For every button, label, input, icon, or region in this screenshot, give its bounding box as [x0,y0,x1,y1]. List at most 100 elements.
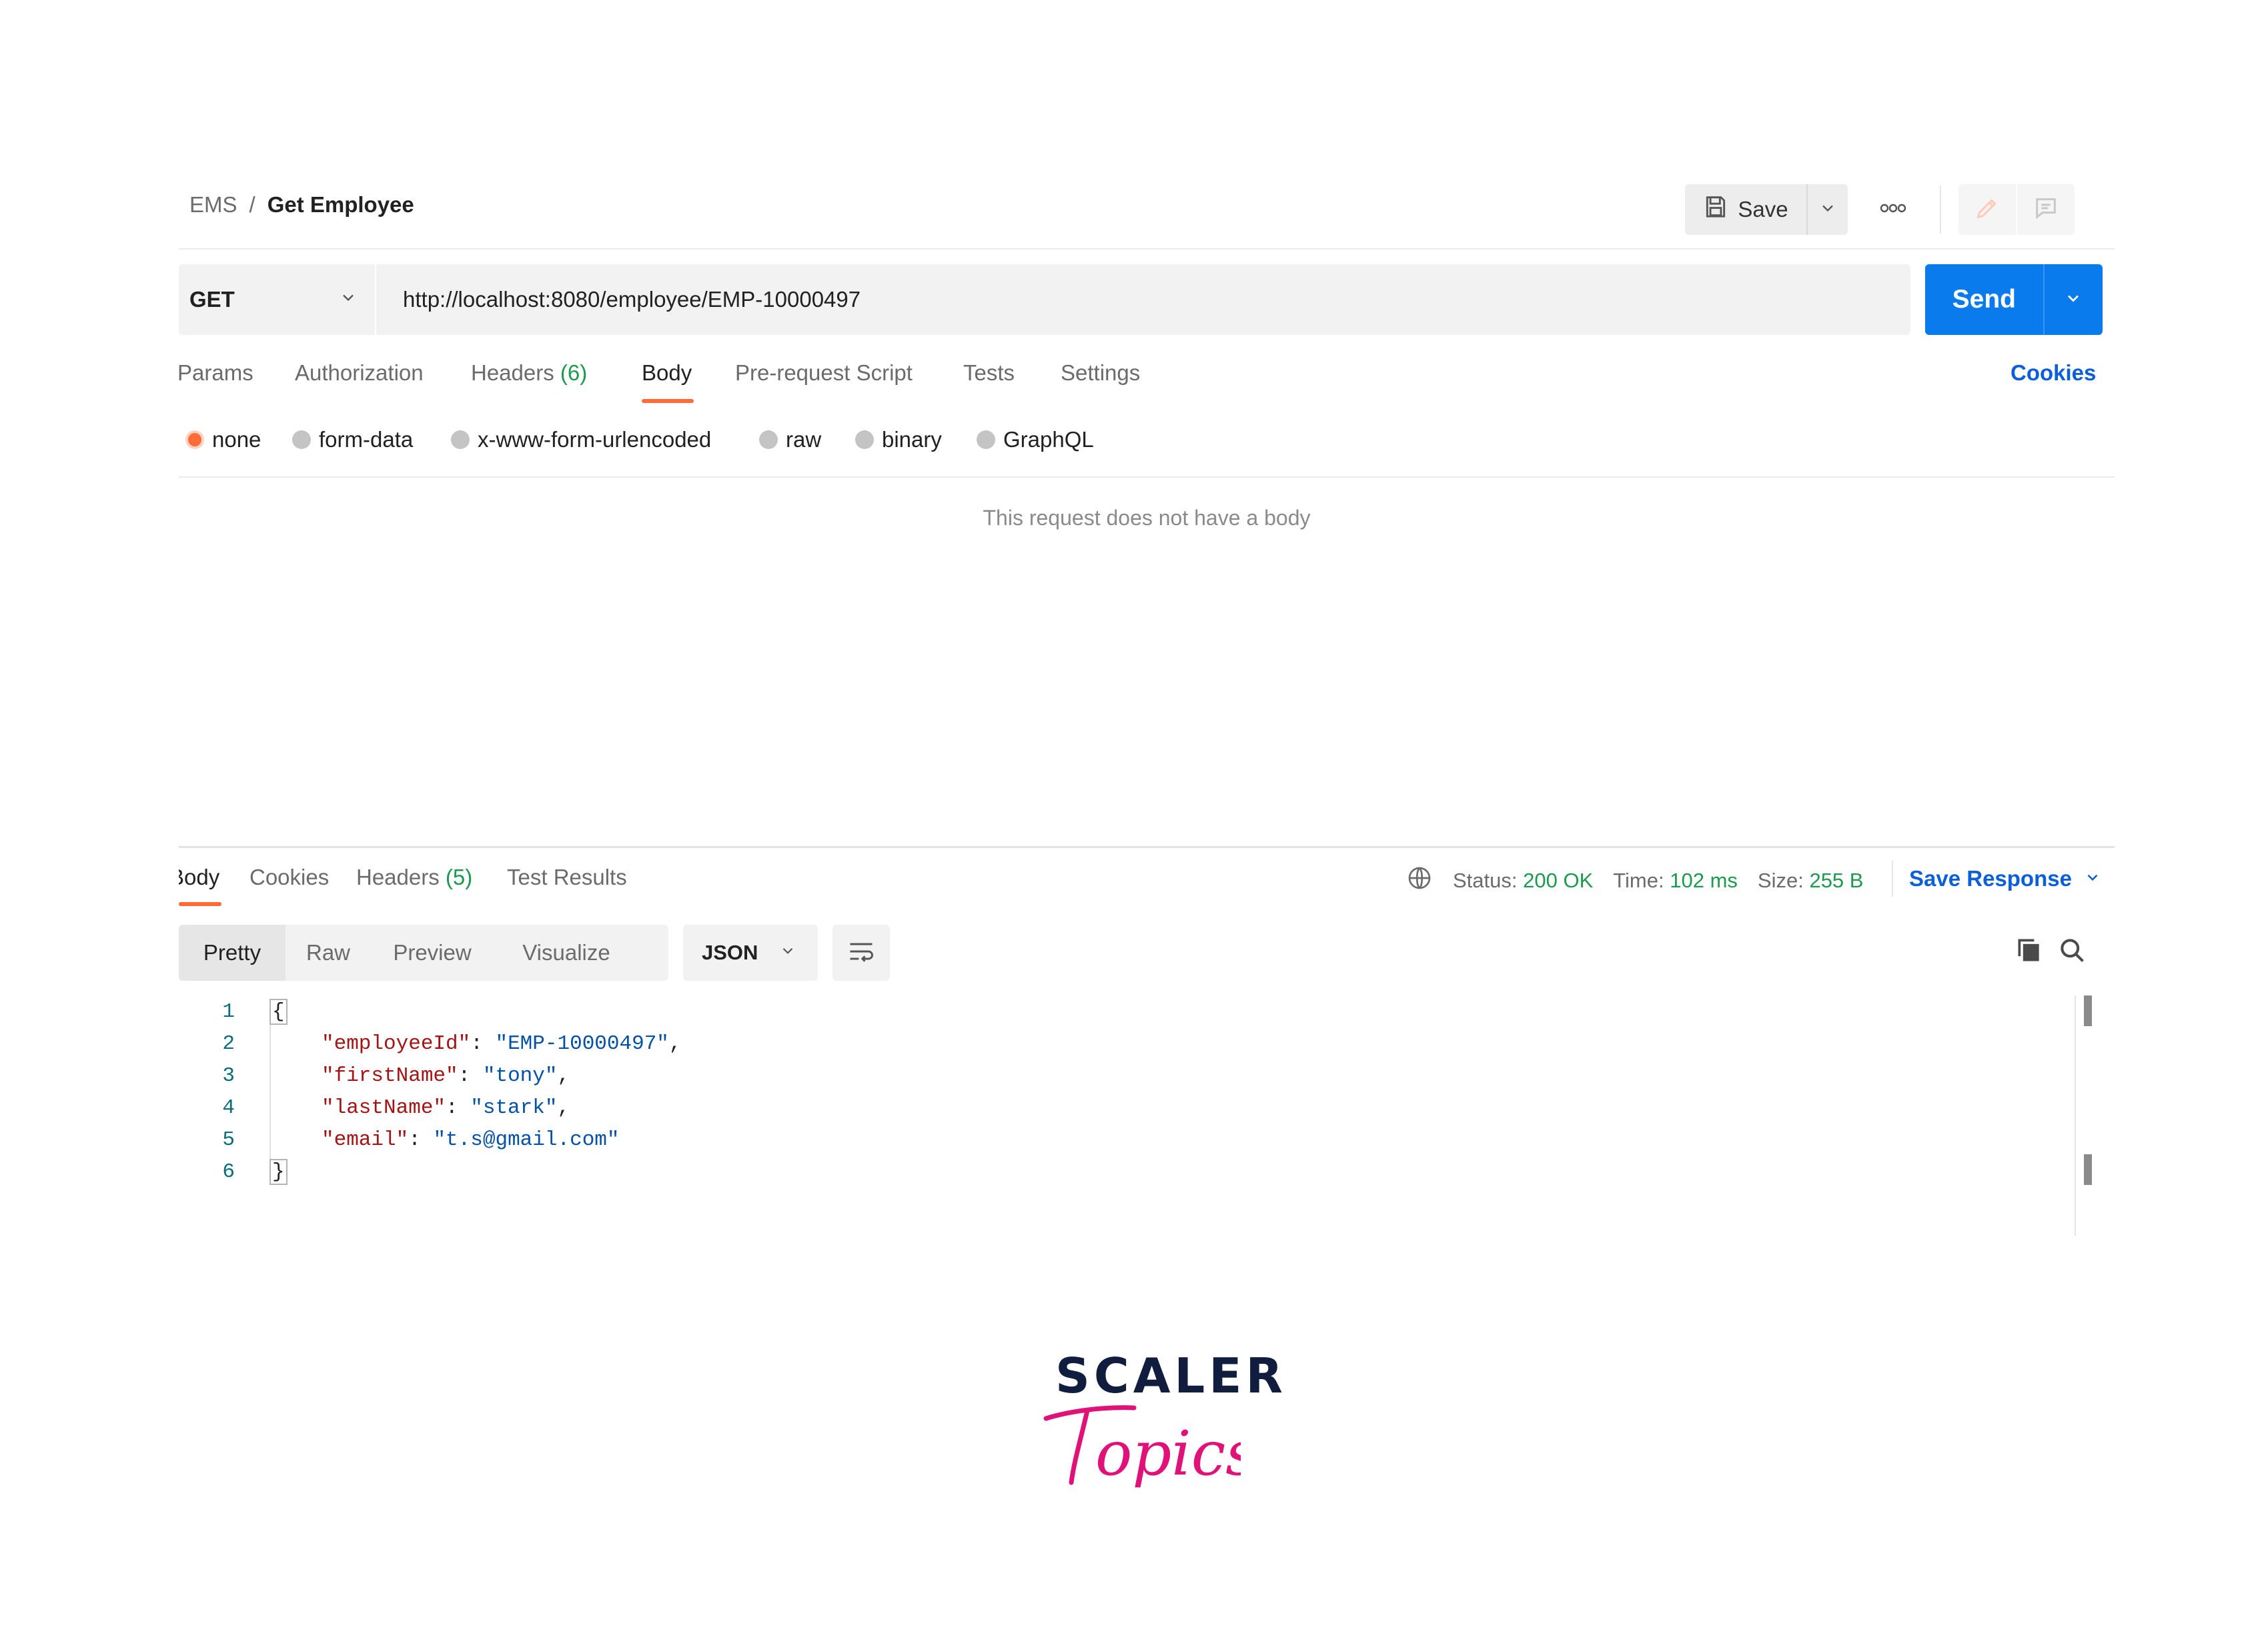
code-line: 1 { [179,995,288,1028]
more-icon [1880,204,1906,216]
code-line: 2 "employeeId": "EMP-10000497", [179,1028,681,1060]
breadcrumb-collection[interactable]: EMS [189,192,237,218]
radio-x-www-form-urlencoded[interactable]: x-www-form-urlencoded [451,427,711,452]
line-number: 2 [222,1032,235,1056]
cookies-link[interactable]: Cookies [2011,360,2096,386]
line-number: 5 [222,1128,235,1152]
radio-form-data[interactable]: form-data [292,427,413,452]
header-divider [179,248,2115,250]
radio-dot [292,430,311,449]
radio-dot [855,430,874,449]
logo-script: opics [1043,1405,1241,1489]
method-value: GET [189,287,235,312]
radio-dot [977,430,995,449]
send-button-group: Send [1925,264,2103,335]
radio-dot [451,430,470,449]
tab-settings[interactable]: Settings [1061,360,1140,407]
tab-headers[interactable]: Headers (6) [471,360,587,407]
chevron-down-icon [339,287,358,312]
close-brace: } [269,1158,288,1185]
tab-label: Body [179,865,220,889]
url-input[interactable]: http://localhost:8080/employee/EMP-10000… [376,264,1910,335]
view-visualize[interactable]: Visualize [494,925,639,981]
json-key: "email" [322,1128,409,1152]
pencil-icon [1974,195,2001,225]
view-raw[interactable]: Raw [286,925,371,981]
radio-graphql[interactable]: GraphQL [977,427,1094,452]
tab-label: Body [642,360,692,385]
json-key: "firstName" [322,1064,458,1088]
response-meta: Status: 200 OK Time: 102 ms Size: 255 B [1406,865,1863,897]
view-preview[interactable]: Preview [371,925,494,981]
size-value[interactable]: 255 B [1809,869,1863,893]
tab-tests[interactable]: Tests [963,360,1015,407]
code-line: 5 "email": "t.s@gmail.com" [179,1124,619,1156]
radio-label: binary [882,427,942,452]
tab-label: Headers [356,865,440,889]
more-options-button[interactable] [1873,192,1913,227]
save-response-button[interactable]: Save Response [1909,866,2101,891]
line-number: 4 [222,1096,235,1120]
status-value[interactable]: 200 OK [1523,869,1593,893]
format-select[interactable]: JSON [683,925,818,981]
response-tab-headers[interactable]: Headers (5) [356,865,472,890]
search-icon [2057,935,2087,968]
url-value: http://localhost:8080/employee/EMP-10000… [403,287,861,312]
edit-button[interactable] [1958,184,2016,235]
chevron-down-icon [2064,289,2083,311]
view-pretty[interactable]: Pretty [179,925,286,981]
json-key: "employeeId" [322,1032,471,1056]
save-button[interactable]: Save [1685,184,1806,235]
response-body-editor[interactable]: 1 { 2 "employeeId": "EMP-10000497", 3 "f… [179,995,2092,1236]
wrap-lines-button[interactable] [832,925,890,981]
method-select[interactable]: GET [179,264,375,335]
tab-label: Settings [1061,360,1141,385]
response-tab-cookies[interactable]: Cookies [249,865,329,890]
body-divider [179,476,2115,478]
scaler-topics-logo: SCALER opics [1041,1348,1283,1521]
indent-guide [269,1011,271,1172]
globe-icon[interactable] [1406,865,1433,897]
response-tab-test-results[interactable]: Test Results [507,865,627,890]
save-options-button[interactable] [1806,184,1848,235]
tab-params[interactable]: Params [179,360,253,407]
breadcrumb-separator: / [249,192,255,217]
radio-label: none [212,427,261,452]
radio-label: GraphQL [1003,427,1094,452]
code-line: 3 "firstName": "tony", [179,1060,570,1092]
tab-pre-request-script[interactable]: Pre-request Script [735,360,913,407]
editor-scroll-track[interactable] [2075,995,2076,1236]
copy-button[interactable] [2009,931,2049,971]
tab-label: Headers [471,360,554,385]
toolbar-divider [1940,185,1941,234]
request-name[interactable]: Get Employee [267,192,414,218]
comments-button[interactable] [2017,184,2075,235]
format-value: JSON [702,941,758,964]
radio-label: raw [786,427,822,452]
radio-raw[interactable]: raw [759,427,821,452]
line-number: 3 [222,1064,235,1088]
line-number: 6 [222,1160,235,1184]
response-tab-body[interactable]: Body [179,865,219,890]
open-brace: { [269,998,288,1025]
json-punct: , [557,1064,570,1088]
response-pane-divider[interactable] [179,846,2115,848]
scroll-marker [2084,995,2092,1026]
code-line: 4 "lastName": "stark", [179,1092,570,1124]
view-mode-tabs: Pretty Raw Preview Visualize [179,925,668,981]
search-button[interactable] [2052,931,2092,971]
breadcrumb: EMS / Get Employee [189,192,414,218]
radio-dot [759,430,778,449]
radio-none[interactable]: none [185,427,261,452]
empty-body-message: This request does not have a body [983,506,1311,530]
headers-count: (6) [560,360,588,385]
radio-binary[interactable]: binary [855,427,942,452]
tab-label: Test Results [507,865,627,889]
send-options-button[interactable] [2043,264,2103,335]
json-punct: , [668,1032,682,1056]
json-value: "EMP-10000497" [495,1032,669,1056]
time-value[interactable]: 102 ms [1670,869,1738,893]
scroll-marker [2084,1154,2092,1185]
send-button[interactable]: Send [1925,264,2043,335]
tab-authorization[interactable]: Authorization [295,360,424,407]
